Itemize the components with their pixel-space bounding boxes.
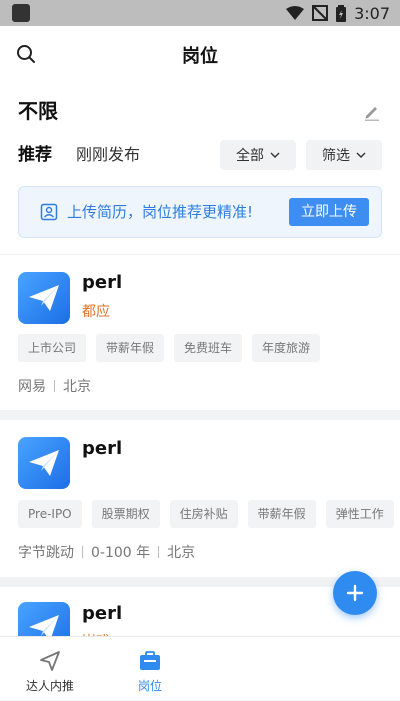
nav-item-jobs[interactable]: 岗位	[100, 637, 200, 701]
tab-recommend[interactable]: 推荐	[18, 140, 52, 170]
status-bar: 3:07	[0, 0, 400, 26]
job-meta: 网易 北京	[18, 376, 91, 396]
job-title: perl	[82, 603, 123, 624]
wifi-icon	[286, 6, 305, 20]
paper-plane-icon	[29, 450, 59, 476]
company-logo	[18, 272, 70, 324]
dropdown-all[interactable]: 全部	[220, 140, 296, 170]
location-row: 不限	[18, 96, 382, 126]
page-title: 岗位	[182, 46, 218, 67]
tag: 上市公司	[18, 334, 87, 362]
company-name: 字节跳动	[18, 545, 74, 561]
chevron-down-icon	[270, 152, 280, 158]
briefcase-icon	[140, 651, 160, 670]
job-title: perl	[82, 438, 123, 459]
chevron-down-icon	[356, 152, 366, 158]
edit-location-button[interactable]	[362, 102, 382, 122]
paper-plane-icon	[29, 615, 59, 636]
divider	[54, 380, 55, 392]
company-name: 网易	[18, 379, 46, 395]
app-header: 岗位	[0, 26, 400, 82]
edit-icon	[365, 107, 379, 121]
dropdown-filter-label: 筛选	[322, 148, 350, 164]
tag: 免费班车	[174, 334, 243, 362]
job-title: perl	[82, 272, 123, 293]
nav-label: 岗位	[137, 679, 162, 693]
add-button[interactable]	[333, 571, 377, 615]
tag-list: 上市公司 带薪年假 免费班车 年度旅游	[18, 334, 382, 362]
clock: 3:07	[354, 3, 390, 23]
filter-panel: 不限 推荐 刚刚发布 全部 筛选 上传简历，岗位推荐更精准! 立即上传	[0, 82, 400, 254]
company-logo	[18, 437, 70, 489]
divider	[82, 546, 83, 558]
upload-resume-banner: 上传简历，岗位推荐更精准! 立即上传	[18, 186, 382, 238]
nav-item-referral[interactable]: 达人内推	[0, 637, 100, 701]
dropdown-filter[interactable]: 筛选	[306, 140, 382, 170]
tag: 带薪年假	[247, 500, 316, 528]
nav-label: 达人内推	[25, 679, 74, 693]
job-meta: 字节跳动 0-100 年 北京	[18, 542, 195, 562]
tag: 弹性工作	[325, 500, 394, 528]
tag: 股票期权	[91, 500, 160, 528]
tag: Pre-IPO	[18, 500, 82, 528]
job-city: 北京	[167, 545, 196, 561]
experience-range: 0-100 年	[91, 545, 151, 561]
notification-icon	[12, 4, 30, 22]
bottom-nav: 达人内推 岗位	[0, 636, 400, 700]
job-city: 北京	[63, 379, 91, 395]
dropdown-all-label: 全部	[236, 148, 264, 164]
battery-icon	[336, 4, 347, 22]
tag: 年度旅游	[252, 334, 321, 362]
tab-latest[interactable]: 刚刚发布	[76, 140, 140, 170]
tag: 带薪年假	[96, 334, 165, 362]
send-icon	[40, 651, 60, 671]
tab-row: 推荐 刚刚发布 全部 筛选	[18, 140, 382, 170]
job-card[interactable]: perl Pre-IPO 股票期权 住房补贴 带薪年假 弹性工作 字节跳动 0-…	[0, 420, 400, 577]
tag: 住房补贴	[169, 500, 238, 528]
location-label[interactable]: 不限	[18, 99, 58, 123]
company-logo	[18, 602, 70, 636]
upload-banner-text: 上传简历，岗位推荐更精准!	[67, 203, 254, 221]
job-subtitle: 都应	[82, 304, 110, 320]
tag-list: Pre-IPO 股票期权 住房补贴 带薪年假 弹性工作	[18, 500, 394, 528]
paper-plane-icon	[29, 285, 59, 311]
resume-icon	[40, 203, 58, 221]
divider	[158, 546, 160, 558]
status-icons: 3:07	[286, 0, 390, 26]
signal-off-icon	[312, 5, 329, 21]
plus-icon	[346, 584, 364, 602]
job-card[interactable]: perl 都应 上市公司 带薪年假 免费班车 年度旅游 网易 北京	[0, 255, 400, 410]
upload-now-button[interactable]: 立即上传	[289, 198, 369, 226]
